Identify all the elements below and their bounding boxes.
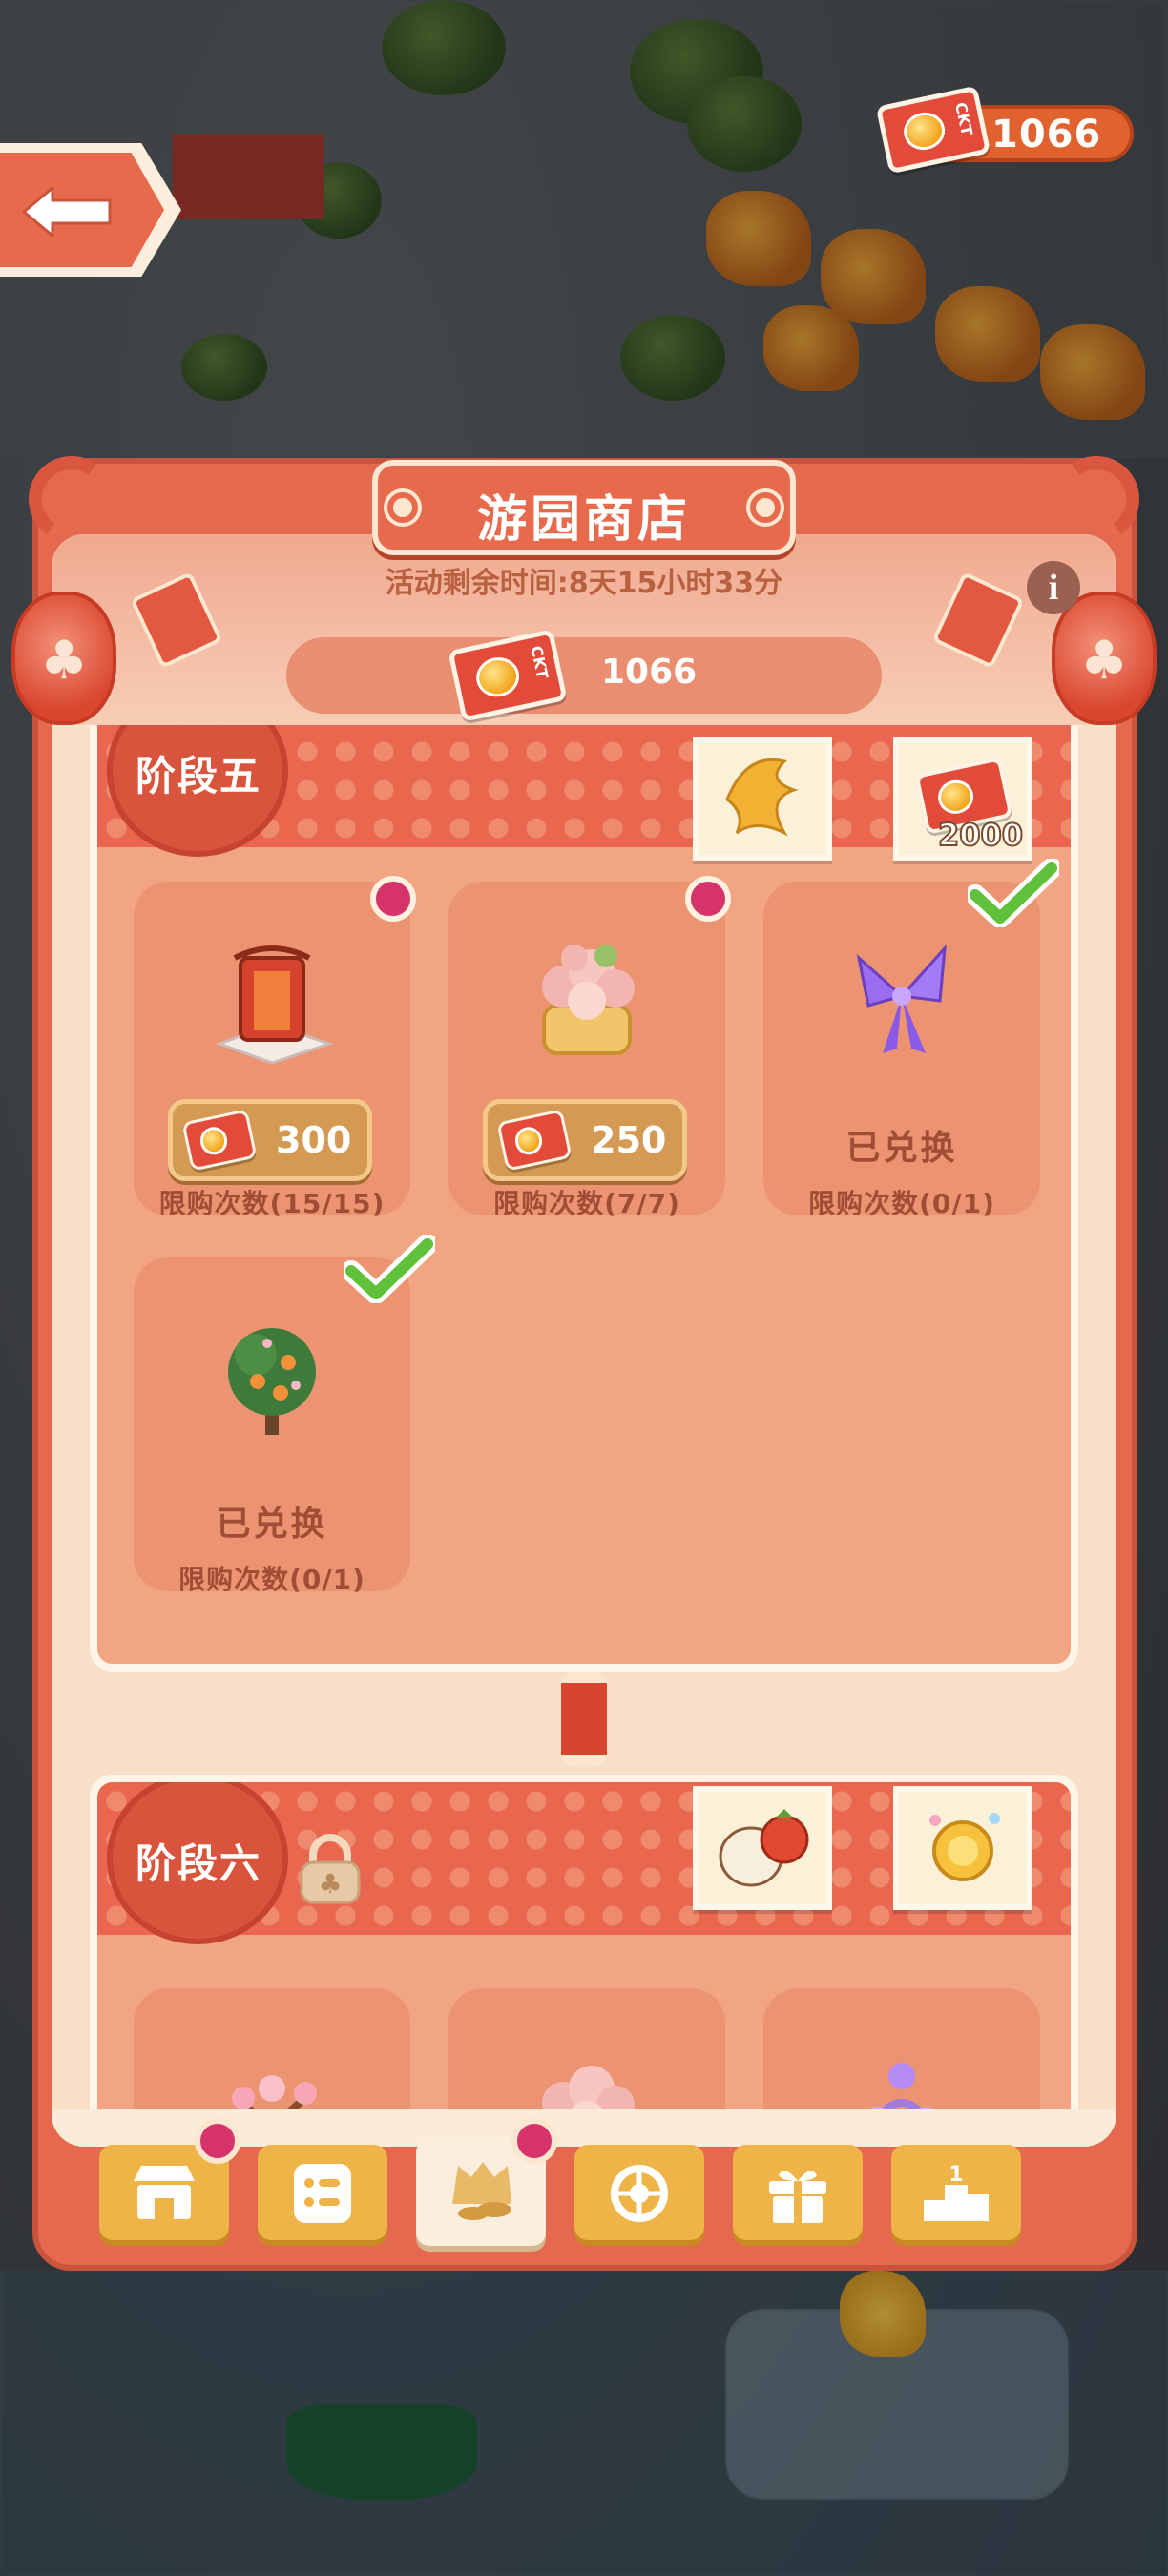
lantern-left: ♣ <box>11 592 116 725</box>
ticket-icon <box>496 1109 573 1172</box>
currency-amount: 1066 <box>601 653 698 692</box>
info-icon[interactable]: i <box>1027 561 1080 614</box>
horse-lantern-icon <box>719 1809 809 1887</box>
flower-cake-icon <box>542 2066 635 2109</box>
stage-six-section: 阶段六 ♣ <box>90 1775 1078 2109</box>
price-button[interactable]: 250 <box>483 1099 687 1181</box>
lucky-wheel-icon <box>611 2165 668 2222</box>
stage-badge: 阶段五 <box>107 725 288 857</box>
stage-five-section: 2000 300 限购次数(15/15) 250 限购次数(7/7) 已兑换 限… <box>90 725 1078 1672</box>
golden-coin-icon <box>929 1813 1000 1881</box>
stage-list[interactable]: 2000 300 限购次数(15/15) 250 限购次数(7/7) 已兑换 限… <box>52 725 1116 2109</box>
purchase-limit: 限购次数(0/1) <box>178 1564 365 1595</box>
ticket-icon <box>181 1109 258 1172</box>
svg-text:1: 1 <box>949 2163 963 2187</box>
currency-bar: 1066 <box>286 637 882 714</box>
tab-ranking[interactable]: 1 <box>891 2145 1021 2240</box>
lantern-right: ♣ <box>1052 592 1157 725</box>
exchange-shop-icon <box>452 2162 511 2220</box>
blossom-tree-icon <box>232 2075 317 2109</box>
red-gate-decoration-icon <box>215 945 334 1065</box>
price-button[interactable]: 300 <box>168 1099 372 1181</box>
shop-icon <box>134 2166 195 2219</box>
notification-dot <box>511 2118 557 2164</box>
tab-tasks[interactable] <box>258 2145 387 2240</box>
event-timer: 活动剩余时间:8天15小时33分 <box>385 567 783 600</box>
shop-item-card[interactable] <box>134 1988 410 2109</box>
stage-connector-lantern <box>561 1672 607 1767</box>
stage-reward[interactable] <box>693 1786 832 1910</box>
purchase-limit: 限购次数(7/7) <box>493 1188 680 1219</box>
title-plate: 游园商店 <box>372 460 796 555</box>
lock-icon: ♣ <box>300 1834 361 1904</box>
shop-item-card[interactable]: 250 限购次数(7/7) <box>448 876 731 1219</box>
notification-dot <box>195 2118 240 2164</box>
purple-bow-icon <box>856 944 947 1053</box>
stage-badge: 阶段六 <box>107 1782 288 1944</box>
ranking-icon: 1 <box>924 2163 989 2221</box>
stage-name: 阶段五 <box>136 753 262 800</box>
tab-lucky-wheel[interactable] <box>574 2145 704 2240</box>
stage-reward[interactable] <box>693 737 832 861</box>
arrow-left-icon <box>22 186 112 238</box>
shop-item-card[interactable]: 已兑换 限购次数(0/1) <box>134 1235 435 1595</box>
stage-reward[interactable]: 2000 <box>893 737 1032 861</box>
redeemed-status: 已兑换 <box>216 1505 328 1544</box>
golden-phoenix-icon <box>725 758 799 837</box>
bottom-tab-bar: 1 <box>52 2118 1116 2255</box>
tab-exchange-shop[interactable] <box>416 2118 557 2246</box>
shop-item-card[interactable]: 300 限购次数(15/15) <box>134 876 416 1219</box>
shop-item-card[interactable] <box>763 1988 1040 2109</box>
purchase-limit: 限购次数(15/15) <box>158 1188 386 1219</box>
price-label: 250 <box>591 1119 667 1161</box>
fruit-tree-icon <box>228 1328 316 1435</box>
stage-reward[interactable] <box>893 1786 1032 1910</box>
gift-icon <box>769 2171 826 2223</box>
page-title: 游园商店 <box>476 491 691 549</box>
svg-text:♣: ♣ <box>318 1868 342 1900</box>
tab-shop[interactable] <box>99 2118 240 2240</box>
top-currency-amount: 1066 <box>991 113 1102 156</box>
stage-name: 阶段六 <box>136 1840 262 1887</box>
notification-dot <box>370 876 416 922</box>
check-icon <box>968 859 1059 927</box>
check-icon <box>344 1235 435 1303</box>
task-list-icon <box>294 2164 351 2223</box>
reward-amount: 2000 <box>937 816 1024 854</box>
redeemed-status: 已兑换 <box>845 1129 958 1168</box>
flower-basket-icon <box>870 2063 933 2109</box>
tab-gift[interactable] <box>733 2145 863 2240</box>
purchase-limit: 限购次数(0/1) <box>808 1188 995 1219</box>
notification-dot <box>685 876 731 922</box>
price-label: 300 <box>276 1119 352 1161</box>
shop-item-card[interactable]: 已兑换 限购次数(0/1) <box>763 859 1059 1219</box>
shop-item-card[interactable] <box>448 1988 725 2109</box>
flower-cake-icon <box>542 945 635 1055</box>
